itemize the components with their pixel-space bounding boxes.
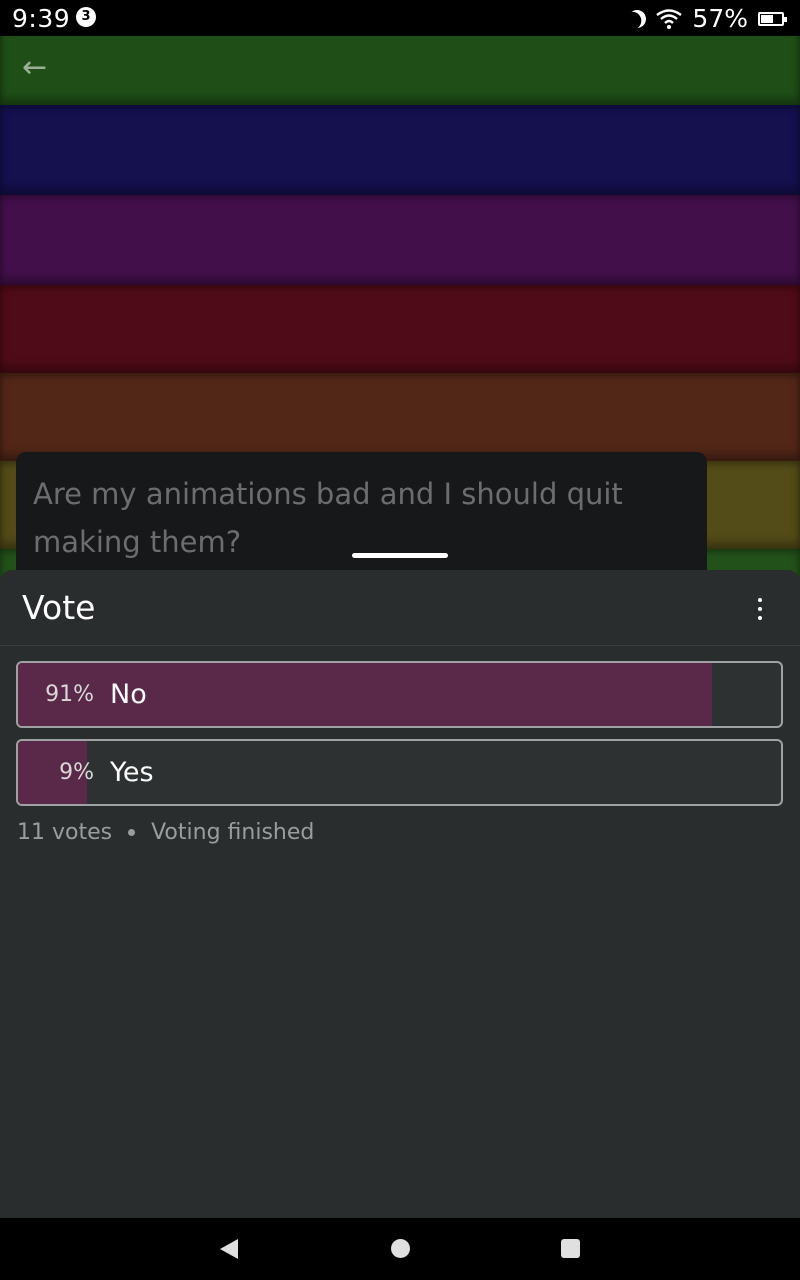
vote-count: 11 votes — [17, 820, 113, 845]
sheet-drag-handle[interactable] — [352, 553, 448, 558]
navigation-bar — [0, 1218, 800, 1280]
status-time: 9:39 — [12, 4, 71, 33]
vote-bottom-sheet: Vote 91% No 9% Yes 11 votes Voting finis… — [0, 570, 800, 1218]
battery-icon — [758, 11, 787, 26]
sheet-title: Vote — [22, 588, 96, 627]
battery-percent: 57% — [692, 4, 748, 33]
poll-meta: 11 votes Voting finished — [17, 820, 314, 845]
do-not-disturb-moon-icon — [626, 7, 649, 30]
nav-recents-icon[interactable] — [561, 1239, 580, 1258]
option-percent: 9% — [59, 760, 94, 785]
option-percent: 91% — [45, 682, 94, 707]
option-label: No — [110, 679, 147, 710]
sheet-header: Vote — [0, 570, 800, 646]
option-label: Yes — [110, 757, 154, 788]
notification-count-badge: 3 — [76, 7, 96, 27]
screen: 9:39 3 57% ← Are my animations bad and I… — [0, 0, 800, 1280]
status-icons: 57% — [626, 4, 787, 33]
nav-home-icon[interactable] — [391, 1239, 410, 1258]
status-bar: 9:39 3 57% — [0, 0, 800, 36]
back-arrow-icon[interactable]: ← — [22, 52, 54, 84]
more-options-icon[interactable] — [750, 598, 770, 620]
separator-dot — [128, 829, 136, 836]
poll-status: Voting finished — [151, 820, 315, 845]
wifi-icon — [656, 8, 683, 29]
question-card: Are my animations bad and I should quit … — [16, 452, 707, 582]
question-text: Are my animations bad and I should quit … — [33, 477, 623, 559]
poll-option-no[interactable]: 91% No — [16, 661, 783, 728]
poll-option-yes[interactable]: 9% Yes — [16, 739, 783, 806]
nav-back-icon[interactable] — [220, 1239, 238, 1259]
